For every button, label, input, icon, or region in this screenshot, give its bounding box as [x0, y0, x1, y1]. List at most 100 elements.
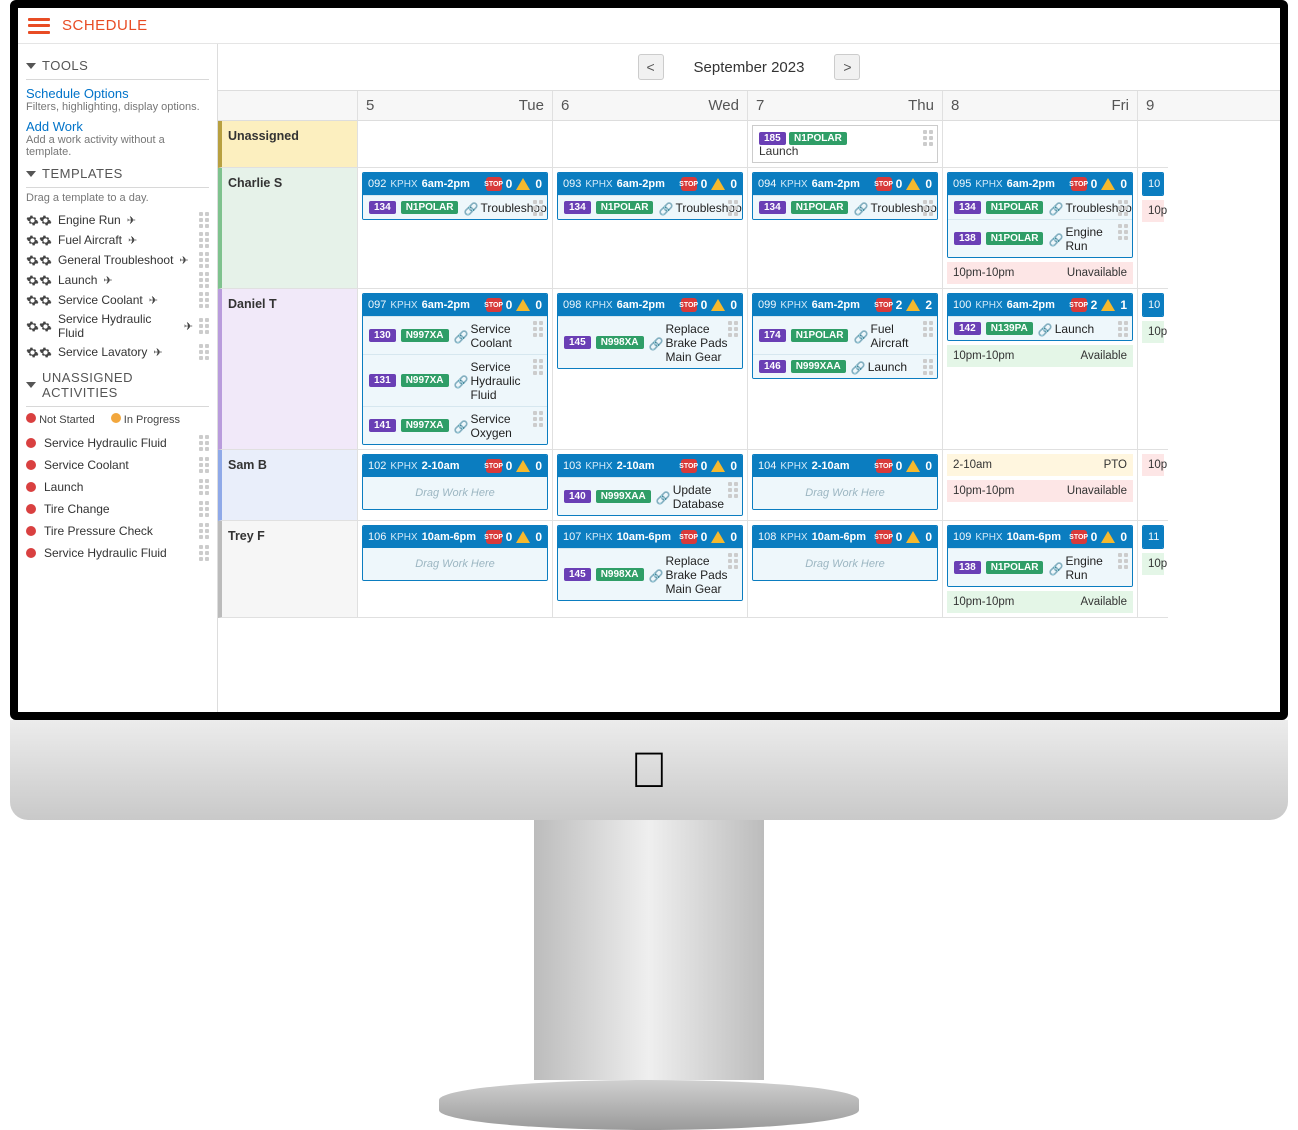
unassigned-item[interactable]: Tire Change [26, 498, 209, 520]
drag-handle-icon[interactable] [923, 200, 933, 216]
shift-card[interactable]: 108 KPHX 10am-6pm STOP0 0 Drag Work Here [752, 525, 938, 581]
shift-header[interactable]: 10 [1143, 294, 1163, 316]
shift-card[interactable]: 098 KPHX 6am-2pm STOP0 0 145 N998XA 🔗 Re… [557, 293, 743, 369]
work-task[interactable]: 134 N1POLAR 🔗 Troubleshoot [363, 195, 547, 219]
drag-handle-icon[interactable] [199, 272, 209, 288]
unassigned-item[interactable]: Launch [26, 476, 209, 498]
prev-month-button[interactable]: < [638, 54, 664, 80]
unassigned-item[interactable]: Service Coolant [26, 454, 209, 476]
next-month-button[interactable]: > [834, 54, 860, 80]
shift-header[interactable]: 108 KPHX 10am-6pm STOP0 0 [753, 526, 937, 548]
template-item[interactable]: General Troubleshoot ✈ [26, 250, 209, 270]
add-work-link[interactable]: Add Work [26, 119, 209, 134]
shift-header[interactable]: 103 KPHX 2-10am STOP0 0 [558, 455, 742, 477]
shift-header[interactable]: 099 KPHX 6am-2pm STOP2 2 [753, 294, 937, 316]
drag-handle-icon[interactable] [728, 200, 738, 216]
template-item[interactable]: Engine Run ✈ [26, 210, 209, 230]
shift-card[interactable]: 102 KPHX 2-10am STOP0 0 Drag Work Here [362, 454, 548, 510]
drag-handle-icon[interactable] [199, 344, 209, 360]
shift-card[interactable]: 093 KPHX 6am-2pm STOP0 0 134 N1POLAR 🔗 T… [557, 172, 743, 220]
shift-header[interactable]: 107 KPHX 10am-6pm STOP0 0 [558, 526, 742, 548]
unassigned-item[interactable]: Service Hydraulic Fluid [26, 432, 209, 454]
drag-handle-icon[interactable] [199, 252, 209, 268]
shift-header[interactable]: 104 KPHX 2-10am STOP0 0 [753, 455, 937, 477]
menu-icon[interactable] [28, 18, 50, 34]
shift-header[interactable]: 100 KPHX 6am-2pm STOP2 1 [948, 294, 1132, 316]
work-task[interactable]: 134 N1POLAR 🔗 Troubleshoot [558, 195, 742, 219]
work-task[interactable]: 140 N999XAA 🔗 Update Database [558, 477, 742, 515]
drag-handle-icon[interactable] [199, 292, 209, 308]
drop-zone[interactable]: Drag Work Here [363, 548, 547, 580]
unassigned-item[interactable]: Service Hydraulic Fluid [26, 542, 209, 564]
drop-zone[interactable]: Drag Work Here [753, 477, 937, 509]
template-item[interactable]: Service Lavatory ✈ [26, 342, 209, 362]
drag-handle-icon[interactable] [923, 359, 933, 375]
drag-handle-icon[interactable] [1118, 224, 1128, 240]
drag-handle-icon[interactable] [1118, 321, 1128, 337]
shift-header[interactable]: 106 KPHX 10am-6pm STOP0 0 [363, 526, 547, 548]
work-task[interactable]: 134 N1POLAR 🔗 Troubleshoot [948, 195, 1132, 219]
drag-handle-icon[interactable] [199, 232, 209, 248]
tools-section-header[interactable]: TOOLS [26, 58, 209, 80]
drag-handle-icon[interactable] [199, 501, 209, 517]
schedule-options-link[interactable]: Schedule Options [26, 86, 209, 101]
work-task[interactable]: 174 N1POLAR 🔗 Fuel Aircraft [753, 316, 937, 354]
drop-zone[interactable]: Drag Work Here [753, 548, 937, 580]
drag-handle-icon[interactable] [728, 482, 738, 498]
shift-header[interactable]: 094 KPHX 6am-2pm STOP0 0 [753, 173, 937, 195]
unassigned-event[interactable]: 185 N1POLAR Launch [752, 125, 938, 163]
drag-handle-icon[interactable] [199, 479, 209, 495]
template-item[interactable]: Launch ✈ [26, 270, 209, 290]
templates-section-header[interactable]: TEMPLATES [26, 166, 209, 188]
shift-card[interactable]: 109 KPHX 10am-6pm STOP0 0 138 N1POLAR 🔗 … [947, 525, 1133, 587]
shift-card[interactable]: 103 KPHX 2-10am STOP0 0 140 N999XAA 🔗 Up… [557, 454, 743, 516]
drag-handle-icon[interactable] [533, 359, 543, 375]
drop-zone[interactable]: Drag Work Here [363, 477, 547, 509]
unassigned-item[interactable]: Tire Pressure Check [26, 520, 209, 542]
work-task[interactable]: 130 N997XA 🔗 Service Coolant [363, 316, 547, 354]
shift-card[interactable]: 104 KPHX 2-10am STOP0 0 Drag Work Here [752, 454, 938, 510]
shift-card[interactable]: 10 [1142, 293, 1164, 317]
shift-card[interactable]: 106 KPHX 10am-6pm STOP0 0 Drag Work Here [362, 525, 548, 581]
shift-header[interactable]: 095 KPHX 6am-2pm STOP0 0 [948, 173, 1132, 195]
shift-header[interactable]: 10 [1143, 173, 1163, 195]
drag-handle-icon[interactable] [199, 318, 209, 334]
drag-handle-icon[interactable] [728, 553, 738, 569]
work-task[interactable]: 131 N997XA 🔗 Service Hydraulic Fluid [363, 354, 547, 406]
calendar-scroll[interactable]: 5Tue6Wed7Thu8Fri9Unassigned 185 N1POLAR … [218, 90, 1280, 712]
work-task[interactable]: 145 N998XA 🔗 Replace Brake Pads Main Gea… [558, 548, 742, 600]
work-task[interactable]: 142 N139PA 🔗 Launch [948, 316, 1132, 340]
template-item[interactable]: Fuel Aircraft ✈ [26, 230, 209, 250]
shift-header[interactable]: 102 KPHX 2-10am STOP0 0 [363, 455, 547, 477]
drag-handle-icon[interactable] [533, 411, 543, 427]
work-task[interactable]: 145 N998XA 🔗 Replace Brake Pads Main Gea… [558, 316, 742, 368]
drag-handle-icon[interactable] [923, 130, 933, 146]
drag-handle-icon[interactable] [728, 321, 738, 337]
drag-handle-icon[interactable] [199, 457, 209, 473]
work-task[interactable]: 138 N1POLAR 🔗 Engine Run [948, 548, 1132, 586]
drag-handle-icon[interactable] [199, 212, 209, 228]
work-task[interactable]: 138 N1POLAR 🔗 Engine Run [948, 219, 1132, 257]
drag-handle-icon[interactable] [199, 523, 209, 539]
template-item[interactable]: Service Hydraulic Fluid ✈ [26, 310, 209, 342]
shift-header[interactable]: 092 KPHX 6am-2pm STOP0 0 [363, 173, 547, 195]
shift-card[interactable]: 107 KPHX 10am-6pm STOP0 0 145 N998XA 🔗 R… [557, 525, 743, 601]
shift-card[interactable]: 095 KPHX 6am-2pm STOP0 0 134 N1POLAR 🔗 T… [947, 172, 1133, 258]
drag-handle-icon[interactable] [1118, 200, 1128, 216]
shift-card[interactable]: 094 KPHX 6am-2pm STOP0 0 134 N1POLAR 🔗 T… [752, 172, 938, 220]
shift-card[interactable]: 099 KPHX 6am-2pm STOP2 2 174 N1POLAR 🔗 F… [752, 293, 938, 379]
shift-card[interactable]: 097 KPHX 6am-2pm STOP0 0 130 N997XA 🔗 Se… [362, 293, 548, 445]
shift-header[interactable]: 11 [1143, 526, 1163, 548]
drag-handle-icon[interactable] [1118, 553, 1128, 569]
shift-header[interactable]: 093 KPHX 6am-2pm STOP0 0 [558, 173, 742, 195]
work-task[interactable]: 146 N999XAA 🔗 Launch [753, 354, 937, 378]
work-task[interactable]: 134 N1POLAR 🔗 Troubleshoot [753, 195, 937, 219]
shift-header[interactable]: 098 KPHX 6am-2pm STOP0 0 [558, 294, 742, 316]
shift-card[interactable]: 10 [1142, 172, 1164, 196]
drag-handle-icon[interactable] [923, 321, 933, 337]
template-item[interactable]: Service Coolant ✈ [26, 290, 209, 310]
shift-header[interactable]: 109 KPHX 10am-6pm STOP0 0 [948, 526, 1132, 548]
drag-handle-icon[interactable] [199, 435, 209, 451]
shift-card[interactable]: 100 KPHX 6am-2pm STOP2 1 142 N139PA 🔗 La… [947, 293, 1133, 341]
work-task[interactable]: 141 N997XA 🔗 Service Oxygen [363, 406, 547, 444]
